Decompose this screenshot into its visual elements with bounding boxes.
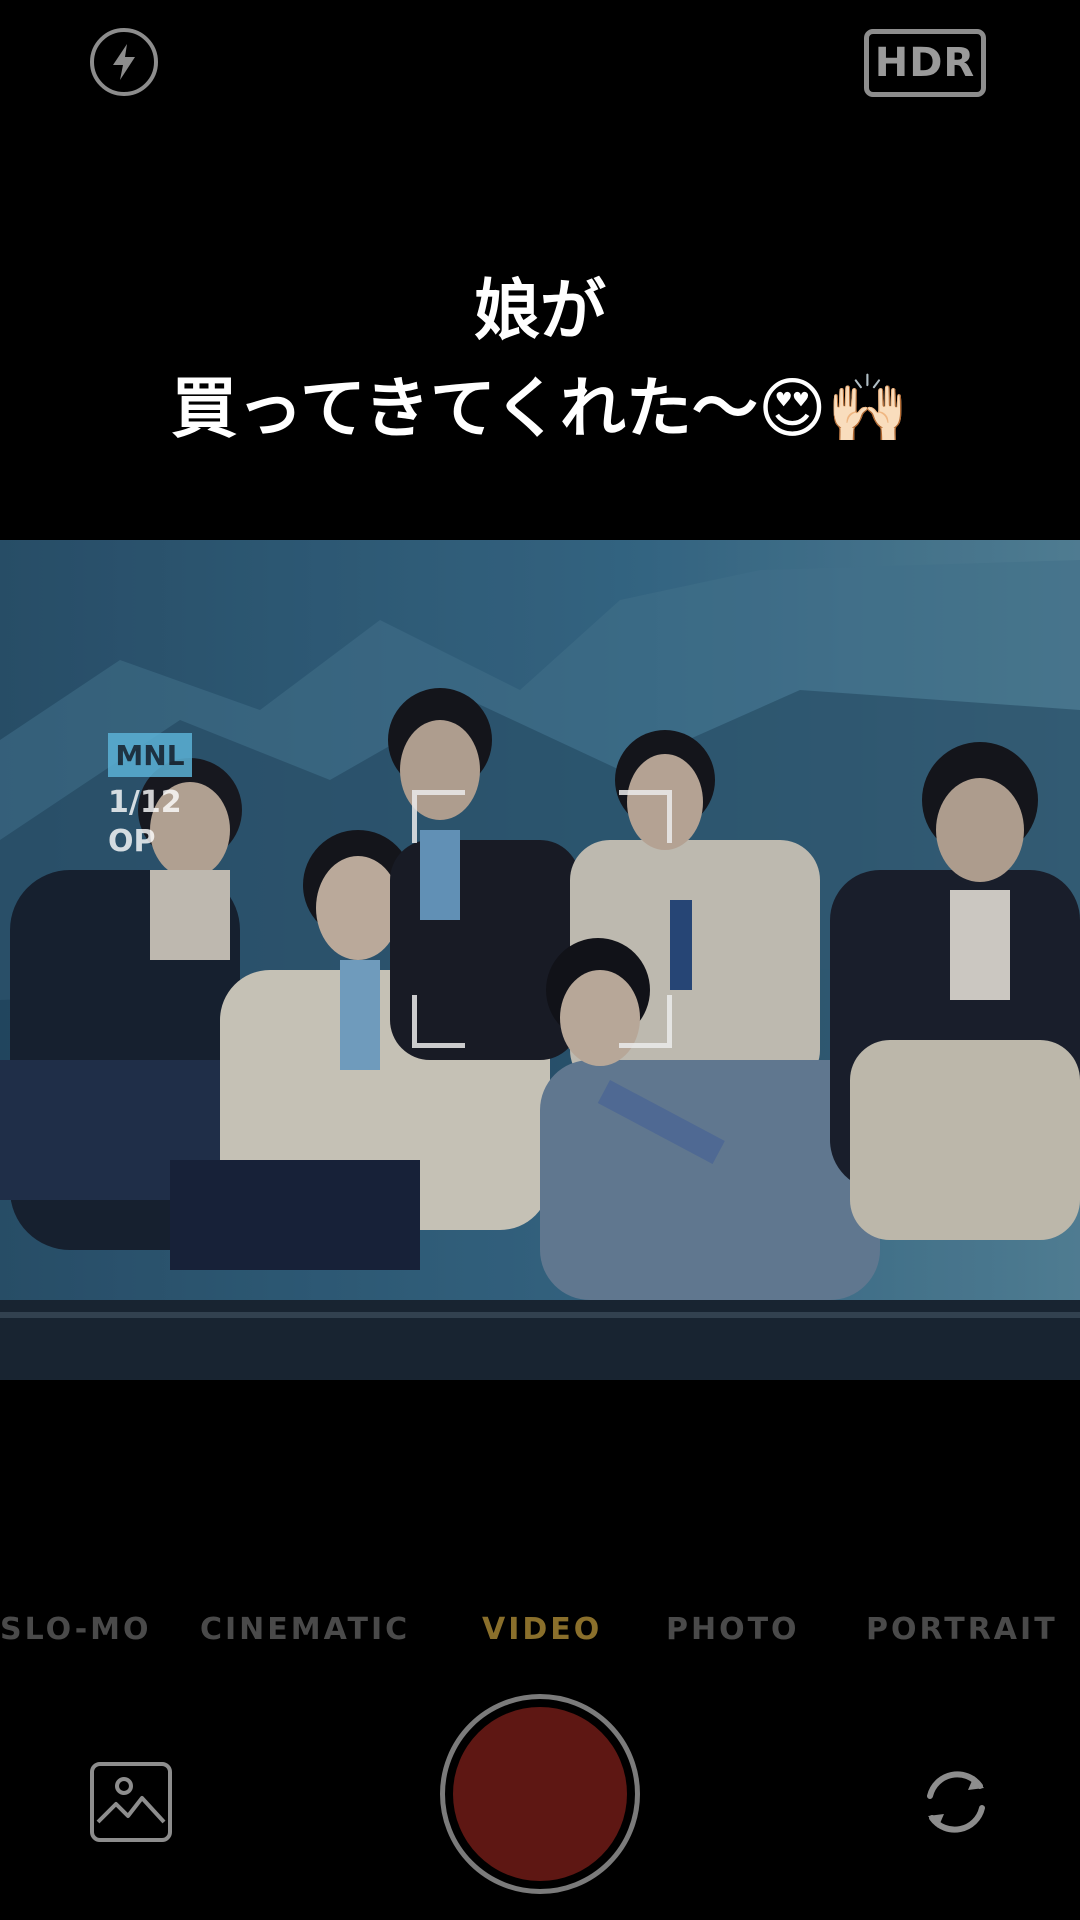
mode-slo-mo[interactable]: SLO-MO bbox=[0, 1612, 152, 1647]
caption-line-1: 娘が bbox=[474, 272, 606, 349]
gallery-button[interactable] bbox=[90, 1762, 172, 1842]
camera-mode-selector[interactable]: SLO-MO CINEMATIC VIDEO PHOTO PORTRAIT bbox=[0, 1612, 1080, 1658]
flash-button[interactable] bbox=[90, 28, 158, 96]
caption-line-2: 買ってきてくれた〜😍🙌🏻 bbox=[171, 370, 909, 447]
caption-overlay: 娘が 買ってきてくれた〜😍🙌🏻 bbox=[0, 262, 1080, 458]
record-button[interactable] bbox=[440, 1694, 640, 1894]
mode-photo[interactable]: PHOTO bbox=[666, 1612, 800, 1647]
op-label: OP bbox=[108, 824, 156, 859]
mode-portrait[interactable]: PORTRAIT bbox=[866, 1612, 1058, 1647]
record-button-inner bbox=[453, 1707, 627, 1881]
focus-frame bbox=[412, 790, 672, 1048]
mode-cinematic[interactable]: CINEMATIC bbox=[200, 1612, 410, 1647]
flash-icon bbox=[113, 44, 135, 80]
hdr-button[interactable]: HDR bbox=[864, 29, 986, 97]
mode-video[interactable]: VIDEO bbox=[482, 1612, 602, 1647]
page-count: 1/12 bbox=[108, 785, 182, 820]
magazine-badge: MNL bbox=[108, 733, 192, 777]
camera-flip-icon[interactable] bbox=[910, 1756, 1002, 1848]
top-bar: HDR bbox=[0, 0, 1080, 130]
gallery-icon bbox=[96, 1777, 166, 1824]
